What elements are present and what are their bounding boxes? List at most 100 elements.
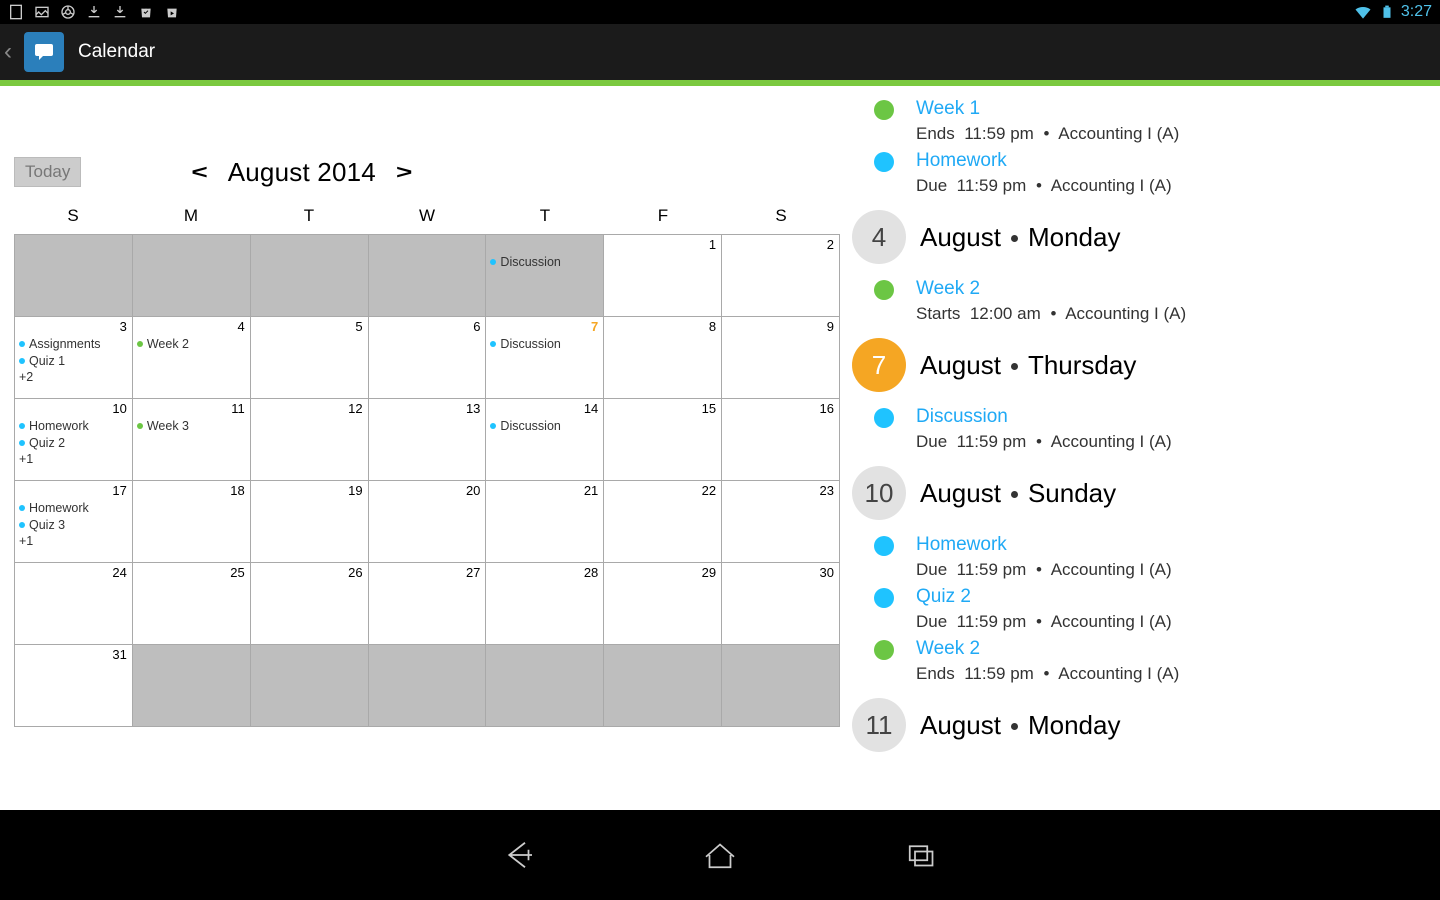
day-number: 25 [230, 565, 244, 580]
calendar-cell[interactable]: 26 [251, 563, 369, 645]
calendar-cell[interactable]: 11Week 3 [133, 399, 251, 481]
agenda-item[interactable]: HomeworkDue 11:59 pm • Accounting I (A) [852, 534, 1428, 580]
agenda-item-title: Discussion [916, 406, 1172, 428]
calendar-cell[interactable] [15, 235, 133, 317]
event-dot-icon [19, 440, 25, 446]
calendar-cell[interactable]: 20 [369, 481, 487, 563]
day-number: 13 [466, 401, 480, 416]
calendar-cell[interactable]: 24 [15, 563, 133, 645]
day-number: 15 [702, 401, 716, 416]
calendar-cell[interactable] [251, 235, 369, 317]
prev-month-button[interactable]: < [191, 161, 207, 183]
agenda-item-meta: Due 11:59 pm • Accounting I (A) [916, 432, 1172, 452]
today-button[interactable]: Today [14, 157, 81, 187]
calendar-cell[interactable]: 17HomeworkQuiz 3+1 [15, 481, 133, 563]
home-nav-icon[interactable] [699, 834, 741, 876]
calendar-grid: Discussion123AssignmentsQuiz 1+24Week 25… [14, 234, 840, 727]
agenda-pane[interactable]: Week 1Ends 11:59 pm • Accounting I (A) Ho… [840, 86, 1440, 810]
back-chevron-icon[interactable]: ‹ [4, 38, 18, 66]
agenda-item[interactable]: Discussion Due 11:59 pm • Accounting I (A… [852, 406, 1428, 452]
calendar-cell[interactable]: 27 [369, 563, 487, 645]
agenda-day-header[interactable]: 7AugustThursday [852, 338, 1428, 392]
calendar-cell[interactable]: 12 [251, 399, 369, 481]
weekday-row: SMTWTFS [14, 198, 840, 234]
day-number: 31 [112, 647, 126, 662]
calendar-cell[interactable]: 30 [722, 563, 840, 645]
calendar-cell[interactable]: 9 [722, 317, 840, 399]
chat-bubble-icon [32, 40, 56, 64]
agenda-dot-icon [874, 536, 894, 556]
calendar-cell[interactable] [251, 645, 369, 727]
agenda-item[interactable]: Week 2Ends 11:59 pm • Accounting I (A) [852, 638, 1428, 684]
calendar-cell[interactable]: 29 [604, 563, 722, 645]
agenda-day-header[interactable]: 11AugustMonday [852, 698, 1428, 752]
calendar-cell[interactable]: Discussion [486, 235, 604, 317]
chrome-icon [60, 4, 76, 20]
day-number: 16 [820, 401, 834, 416]
calendar-cell[interactable] [133, 235, 251, 317]
day-number-badge: 4 [852, 210, 906, 264]
weekday-header: S [14, 198, 132, 234]
calendar-cell[interactable]: 28 [486, 563, 604, 645]
calendar-cell[interactable] [133, 645, 251, 727]
calendar-cell[interactable]: 2 [722, 235, 840, 317]
day-number: 5 [355, 319, 362, 334]
calendar-cell[interactable]: 18 [133, 481, 251, 563]
calendar-cell[interactable]: 10HomeworkQuiz 2+1 [15, 399, 133, 481]
calendar-cell[interactable]: 13 [369, 399, 487, 481]
agenda-item[interactable]: Quiz 2Due 11:59 pm • Accounting I (A) [852, 586, 1428, 632]
event-dot-icon [490, 259, 496, 265]
day-number: 20 [466, 483, 480, 498]
calendar-cell[interactable]: 23 [722, 481, 840, 563]
calendar-cell[interactable]: 1 [604, 235, 722, 317]
calendar-cell[interactable] [722, 645, 840, 727]
event-title: Assignments [29, 336, 101, 353]
day-number: 10 [112, 401, 126, 416]
agenda-day-header[interactable]: 10AugustSunday [852, 466, 1428, 520]
calendar-cell[interactable] [486, 645, 604, 727]
agenda-item-meta: Ends 11:59 pm • Accounting I (A) [916, 124, 1179, 144]
calendar-cell[interactable]: 7Discussion [486, 317, 604, 399]
app-icon[interactable] [24, 32, 64, 72]
agenda-item[interactable]: Week 2Starts 12:00 am • Accounting I (A) [852, 278, 1428, 324]
event-dot-icon [137, 423, 143, 429]
calendar-cell[interactable]: 16 [722, 399, 840, 481]
wifi-icon [1353, 2, 1373, 22]
agenda-day-text: AugustMonday [920, 710, 1120, 741]
download-queued-icon [8, 4, 24, 20]
calendar-cell[interactable]: 8 [604, 317, 722, 399]
calendar-cell[interactable] [369, 645, 487, 727]
calendar-cell[interactable]: 6 [369, 317, 487, 399]
calendar-cell[interactable] [369, 235, 487, 317]
cell-event: Assignments [19, 336, 128, 353]
day-number: 11 [231, 401, 245, 416]
event-title: Quiz 1 [29, 353, 65, 370]
calendar-cell[interactable]: 4Week 2 [133, 317, 251, 399]
back-nav-icon[interactable] [497, 834, 539, 876]
recents-nav-icon[interactable] [901, 834, 943, 876]
day-number: 2 [827, 237, 834, 252]
weekday-header: W [368, 198, 486, 234]
day-number: 12 [348, 401, 362, 416]
calendar-cell[interactable]: 31 [15, 645, 133, 727]
calendar-cell[interactable]: 5 [251, 317, 369, 399]
calendar-cell[interactable]: 3AssignmentsQuiz 1+2 [15, 317, 133, 399]
calendar-cell[interactable]: 14Discussion [486, 399, 604, 481]
agenda-dot-icon [874, 100, 894, 120]
calendar-cell[interactable] [604, 645, 722, 727]
agenda-day-header[interactable]: 4AugustMonday [852, 210, 1428, 264]
calendar-cell[interactable]: 25 [133, 563, 251, 645]
cell-event: Week 2 [137, 336, 246, 353]
day-number: 27 [466, 565, 480, 580]
calendar-cell[interactable]: 22 [604, 481, 722, 563]
agenda-item-meta: Due 11:59 pm • Accounting I (A) [916, 176, 1172, 196]
calendar-cell[interactable]: 21 [486, 481, 604, 563]
action-bar: ‹ Calendar [0, 24, 1440, 80]
calendar-cell[interactable]: 19 [251, 481, 369, 563]
agenda-item[interactable]: Week 1Ends 11:59 pm • Accounting I (A) [852, 98, 1428, 144]
agenda-item[interactable]: HomeworkDue 11:59 pm • Accounting I (A) [852, 150, 1428, 196]
cell-event: Homework [19, 418, 128, 435]
event-title: Discussion [500, 418, 560, 435]
calendar-cell[interactable]: 15 [604, 399, 722, 481]
next-month-button[interactable]: > [396, 161, 412, 183]
